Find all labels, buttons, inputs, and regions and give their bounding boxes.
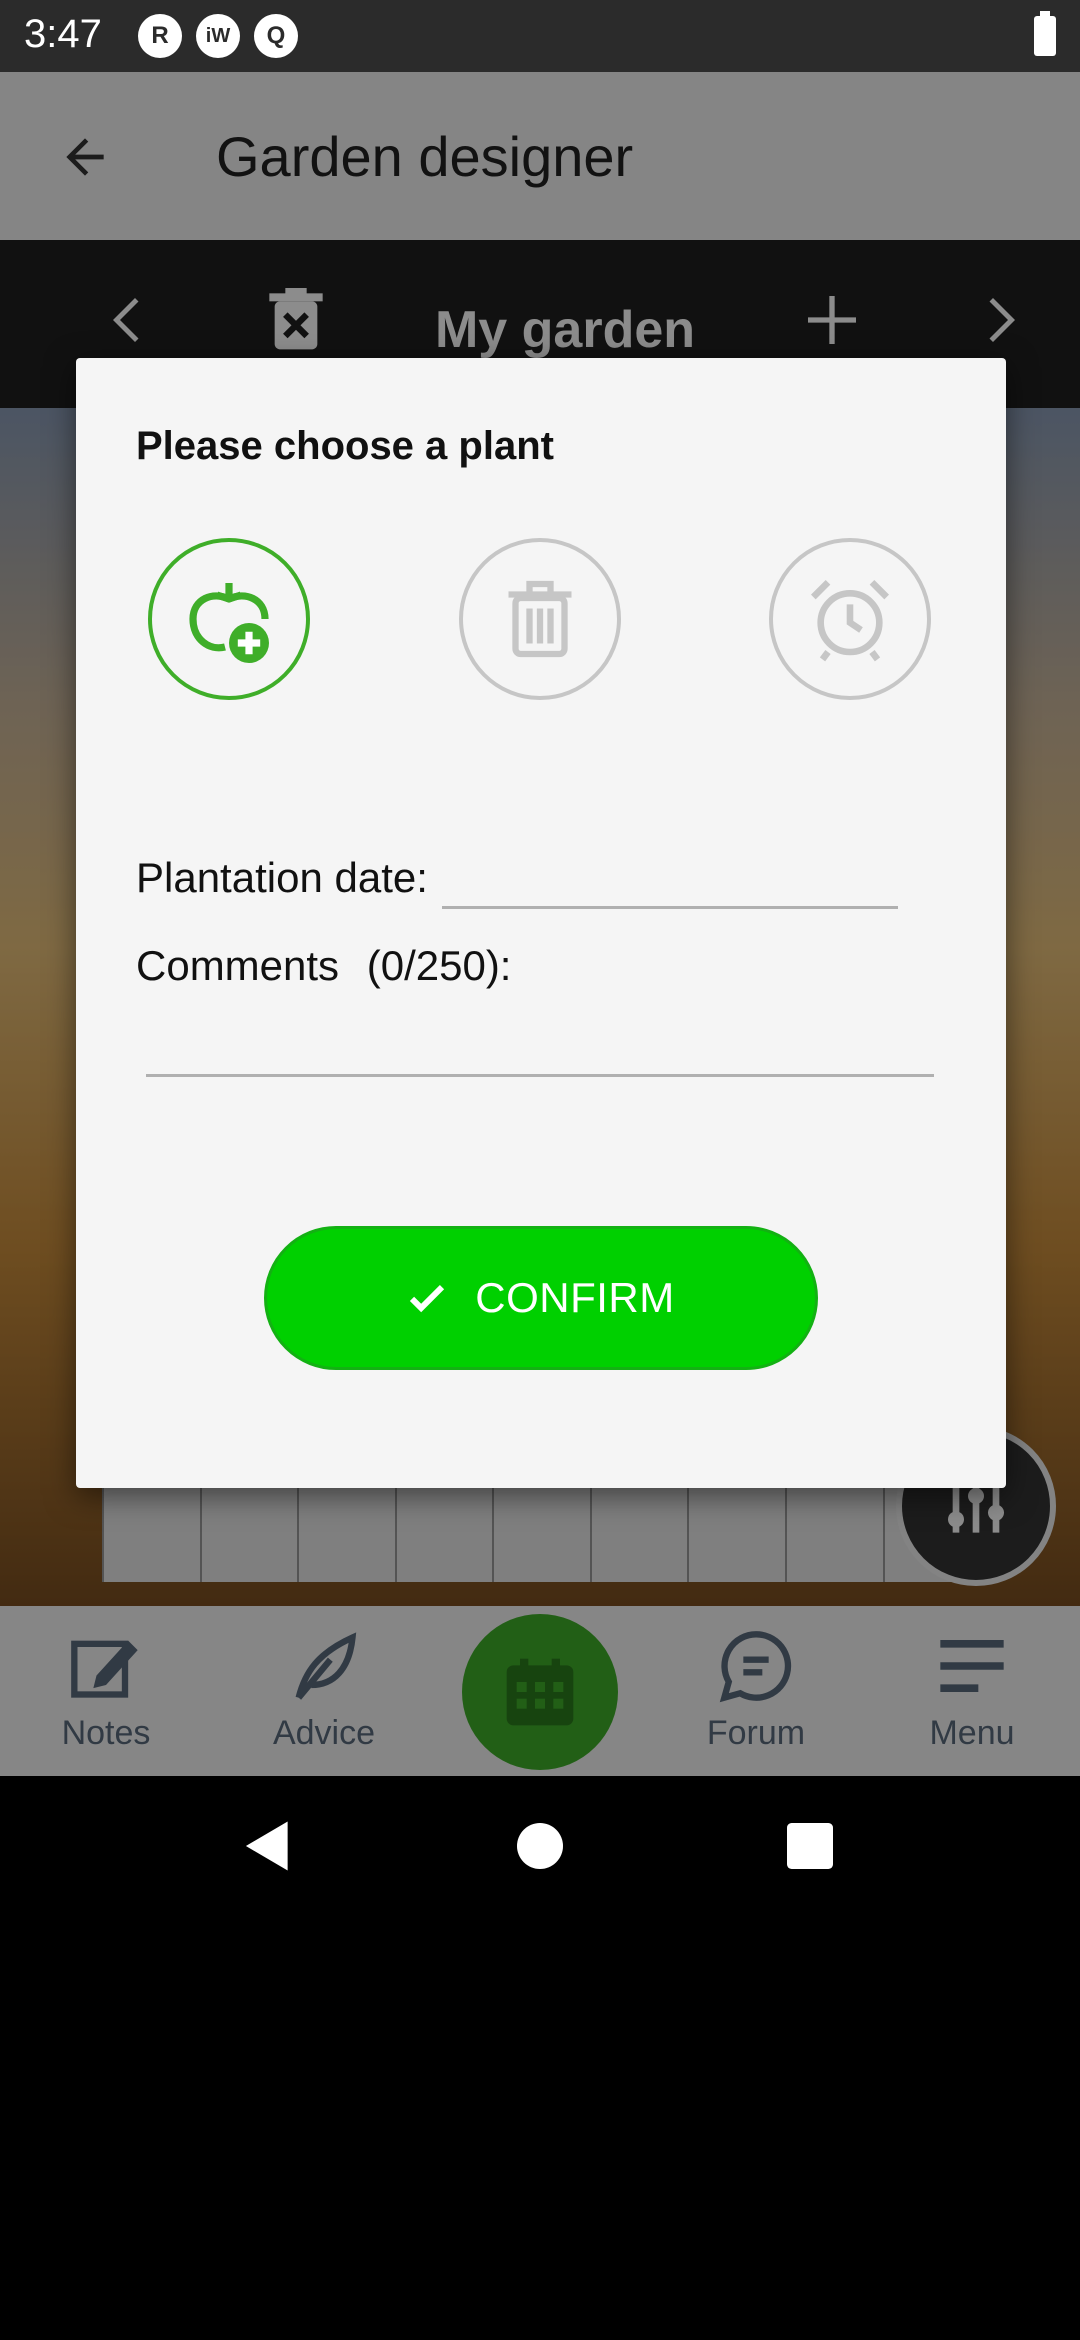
trash-icon [508, 580, 572, 658]
plantation-date-label: Plantation date: [136, 854, 428, 901]
comments-label: Comments (0/250): [136, 942, 511, 990]
add-plant-button[interactable] [148, 538, 310, 700]
q-notification-icon: Q [254, 14, 298, 58]
system-back-button[interactable] [238, 1816, 298, 1876]
status-bar: 3:47 R iW Q [0, 0, 1080, 72]
confirm-label: CONFIRM [475, 1274, 675, 1321]
comments-char-count: (0/250): [366, 942, 512, 989]
delete-plant-button[interactable] [459, 538, 621, 700]
comments-label-text: Comments [136, 942, 340, 989]
triangle-back-icon [245, 1821, 288, 1871]
set-reminder-button[interactable] [769, 538, 931, 700]
r-notification-icon: R [138, 14, 182, 58]
alarm-clock-icon [810, 579, 890, 662]
confirm-button[interactable]: CONFIRM [264, 1226, 818, 1370]
checkmark-icon [410, 1285, 445, 1313]
circle-home-icon [517, 1823, 563, 1869]
system-recents-button[interactable] [780, 1816, 840, 1876]
battery-icon [1034, 11, 1056, 56]
iw-notification-icon: iW [196, 14, 240, 58]
system-home-button[interactable] [510, 1816, 570, 1876]
choose-plant-dialog: Please choose a plant Plantation date: C… [76, 358, 1006, 1488]
system-navigation-bar [0, 1776, 1080, 1916]
square-recents-icon [787, 1823, 833, 1869]
plantation-date-underline [442, 906, 898, 909]
status-time: 3:47 [24, 12, 102, 56]
comments-field[interactable] [146, 1014, 934, 1074]
comments-underline [146, 1074, 934, 1077]
status-notification-icons: R iW Q [138, 14, 298, 58]
add-plant-icon [189, 583, 269, 663]
plantation-date-field[interactable] [442, 846, 898, 906]
dialog-title: Please choose a plant [136, 424, 554, 468]
